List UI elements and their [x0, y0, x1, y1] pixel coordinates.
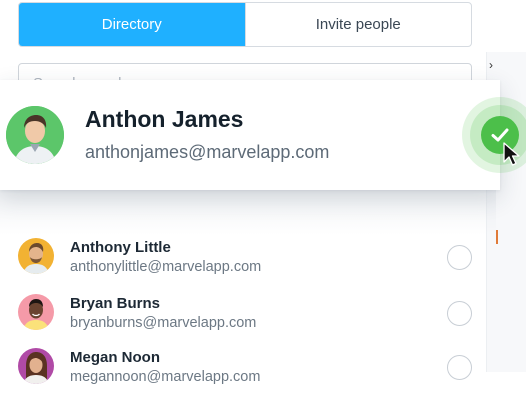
avatar	[18, 294, 54, 330]
contact-name: Anthon James	[85, 106, 244, 132]
contact-email: anthonjames@marvelapp.com	[85, 142, 330, 162]
person-avatar-icon	[18, 294, 54, 330]
contact-name: Megan Noon	[70, 349, 160, 366]
contact-email: megannoon@marvelapp.com	[70, 369, 261, 385]
contact-email: bryanburns@marvelapp.com	[70, 315, 257, 331]
list-item[interactable]: Megan Noon megannoon@marvelapp.com	[0, 348, 500, 398]
contact-email: anthonylittle@marvelapp.com	[70, 259, 262, 275]
tab-directory[interactable]: Directory	[19, 3, 245, 46]
avatar	[18, 348, 54, 384]
tab-invite-people[interactable]: Invite people	[244, 3, 472, 46]
select-radio[interactable]	[447, 245, 472, 270]
contact-name: Bryan Burns	[70, 295, 161, 312]
contact-name: Anthony Little	[70, 239, 171, 256]
avatar	[18, 238, 54, 274]
person-avatar-icon	[18, 348, 54, 384]
list-item[interactable]: Bryan Burns bryanburns@marvelapp.com	[0, 294, 500, 344]
avatar	[6, 106, 64, 164]
person-avatar-icon	[18, 238, 54, 274]
list-item[interactable]: Anthony Little anthonylittle@marvelapp.c…	[0, 238, 500, 288]
background-panel-mark: ›	[489, 58, 493, 72]
mouse-pointer-icon	[503, 142, 520, 166]
select-radio[interactable]	[447, 301, 472, 326]
tab-bar: Directory Invite people	[18, 2, 472, 47]
person-avatar-icon	[6, 106, 64, 164]
select-radio[interactable]	[447, 355, 472, 380]
selected-contact-card[interactable]: Anthon James anthonjames@marvelapp.com	[0, 80, 500, 190]
card-shadow-fade	[0, 185, 496, 235]
